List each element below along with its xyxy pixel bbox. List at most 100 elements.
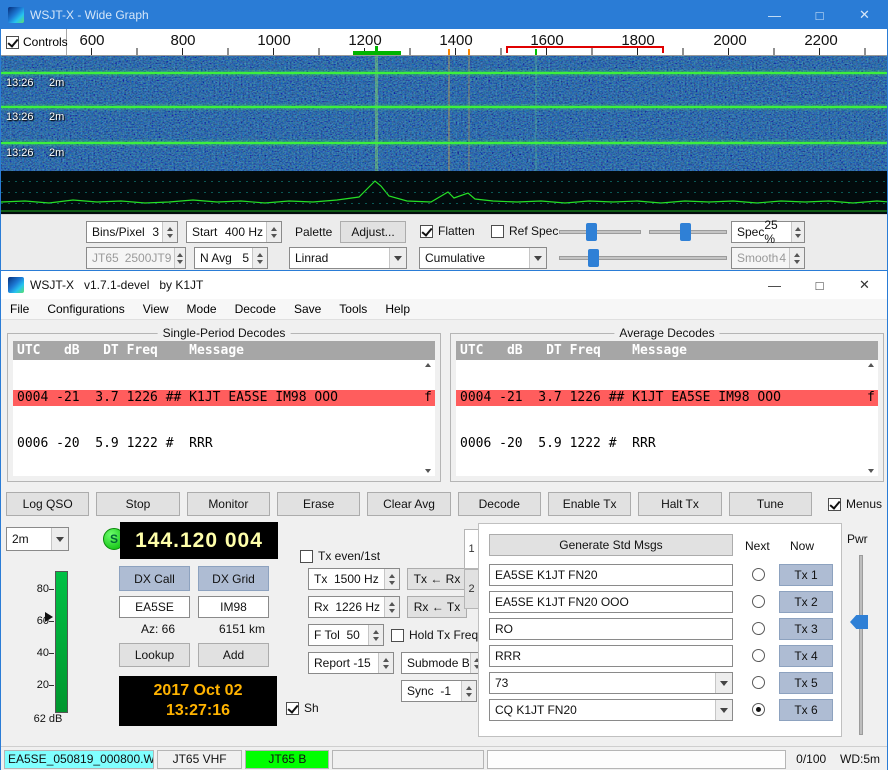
adjust-button[interactable]: Adjust... [340, 221, 406, 243]
decode-row[interactable]: 0006 -20 5.9 1222 # RRR [456, 436, 878, 452]
decode-list[interactable]: 0004 -21 3.7 1226 ## K1JT EA5SE IM98 OOO… [13, 360, 435, 476]
lookup-button[interactable]: Lookup [119, 643, 190, 667]
tx4-next-radio[interactable] [752, 649, 765, 662]
scroll-up-icon[interactable] [425, 363, 431, 367]
flatten-checkbox[interactable]: Flatten [420, 224, 475, 238]
close-icon[interactable]: ✕ [842, 271, 887, 299]
log-qso-button[interactable]: Log QSO [6, 492, 89, 516]
tx2-message-field[interactable]: EA5SE K1JT FN20 OOO [489, 591, 733, 613]
ref-spec-checkbox[interactable]: Ref Spec [491, 224, 558, 238]
chevron-down-icon[interactable] [529, 248, 546, 268]
submode-spinbox[interactable]: Submode B [401, 652, 485, 674]
erase-button[interactable]: Erase [277, 492, 360, 516]
tab-1[interactable]: 1 [464, 529, 479, 569]
rx-freq-spinbox[interactable]: Rx 1226 Hz [308, 596, 400, 618]
spin-arrows-icon[interactable] [252, 248, 267, 268]
main-titlebar[interactable]: WSJT-X v1.7.1-devel by K1JT — □ ✕ [1, 271, 887, 299]
sh-checkbox[interactable]: Sh [286, 701, 319, 715]
tx5-next-radio[interactable] [752, 676, 765, 689]
halt-tx-button[interactable]: Halt Tx [638, 492, 721, 516]
tx-even-checkbox[interactable]: Tx even/1st [300, 549, 380, 563]
spin-arrows-icon[interactable] [789, 248, 804, 268]
gain-slider[interactable] [559, 222, 641, 242]
dx-call-field[interactable]: EA5SE [119, 596, 190, 618]
menu-view[interactable]: View [134, 300, 178, 318]
menu-file[interactable]: File [1, 300, 38, 318]
spin-arrows-icon[interactable] [266, 222, 281, 242]
decode-list[interactable]: 0004 -21 3.7 1226 ## K1JT EA5SE IM98 OOO… [456, 360, 878, 476]
tab-2[interactable]: 2 [464, 569, 479, 609]
tx2-now-button[interactable]: Tx 2 [779, 591, 833, 613]
generate-std-msgs-button[interactable]: Generate Std Msgs [489, 534, 733, 556]
dx-grid-field[interactable]: IM98 [198, 596, 269, 618]
tx2-next-radio[interactable] [752, 595, 765, 608]
tx1-next-radio[interactable] [752, 568, 765, 581]
tx3-next-radio[interactable] [752, 622, 765, 635]
waterfall[interactable]: 13:26 2m 13:26 2m 13:26 2m [1, 56, 887, 171]
wide-graph-titlebar[interactable]: WSJT-X - Wide Graph — □ ✕ [1, 1, 887, 29]
spin-arrows-icon[interactable] [368, 625, 383, 645]
menus-checkbox[interactable]: Menus [828, 497, 882, 511]
menu-save[interactable]: Save [285, 300, 330, 318]
tx3-now-button[interactable]: Tx 3 [779, 618, 833, 640]
maximize-icon[interactable]: □ [797, 271, 842, 299]
menu-decode[interactable]: Decode [226, 300, 285, 318]
rx-from-tx-button[interactable]: Rx ← Tx [407, 596, 467, 618]
ftol-spinbox[interactable]: F Tol 50 [308, 624, 384, 646]
tx4-now-button[interactable]: Tx 4 [779, 645, 833, 667]
waterfall-slider[interactable] [559, 248, 727, 268]
menu-help[interactable]: Help [376, 300, 419, 318]
maximize-icon[interactable]: □ [797, 1, 842, 29]
spin-arrows-icon[interactable] [384, 569, 399, 589]
zero-slider[interactable] [649, 222, 727, 242]
pwr-slider-handle[interactable] [850, 615, 868, 629]
minimize-icon[interactable]: — [752, 271, 797, 299]
band-combobox[interactable]: 2m [6, 527, 69, 551]
tx1-now-button[interactable]: Tx 1 [779, 564, 833, 586]
spectrum-type-combobox[interactable]: Cumulative [419, 247, 547, 269]
spin-arrows-icon[interactable] [461, 681, 476, 701]
scroll-up-icon[interactable] [868, 363, 874, 367]
palette-combobox[interactable]: Linrad [289, 247, 407, 269]
stop-button[interactable]: Stop [96, 492, 179, 516]
tx3-message-field[interactable]: RO [489, 618, 733, 640]
enable-tx-button[interactable]: Enable Tx [548, 492, 631, 516]
clear-avg-button[interactable]: Clear Avg [367, 492, 450, 516]
minimize-icon[interactable]: — [752, 1, 797, 29]
controls-checkbox[interactable]: Controls [1, 29, 67, 55]
scroll-down-icon[interactable] [425, 469, 431, 473]
chevron-down-icon[interactable] [51, 528, 68, 550]
tx1-message-field[interactable]: EA5SE K1JT FN20 [489, 564, 733, 586]
menu-mode[interactable]: Mode [178, 300, 226, 318]
tx5-now-button[interactable]: Tx 5 [779, 672, 833, 694]
chevron-down-icon[interactable] [715, 673, 732, 693]
tx4-message-field[interactable]: RRR [489, 645, 733, 667]
bins-per-pixel-spinbox[interactable]: Bins/Pixel 3 [86, 221, 178, 243]
spin-arrows-icon[interactable] [791, 222, 804, 242]
decode-button[interactable]: Decode [458, 492, 541, 516]
tx5-message-combobox[interactable]: 73 [489, 672, 733, 694]
add-button[interactable]: Add [198, 643, 269, 667]
jt65-jt9-split-spinbox[interactable]: JT65 2500 JT9 [86, 247, 186, 269]
spec-percent-spinbox[interactable]: Spec 25 % [731, 221, 805, 243]
sync-spinbox[interactable]: Sync -1 [401, 680, 477, 702]
pwr-slider[interactable] [859, 555, 863, 735]
dx-call-button[interactable]: DX Call [119, 566, 190, 591]
hold-tx-freq-checkbox[interactable]: Hold Tx Freq [391, 628, 478, 642]
spin-arrows-icon[interactable] [174, 248, 185, 268]
spin-arrows-icon[interactable] [162, 222, 177, 242]
decode-row[interactable]: 0004 -21 3.7 1226 ## K1JT EA5SE IM98 OOO… [13, 390, 435, 406]
menu-tools[interactable]: Tools [330, 300, 376, 318]
tx-freq-spinbox[interactable]: Tx 1500 Hz [308, 568, 400, 590]
decode-row[interactable]: 0006 -20 5.9 1222 # RRR [13, 436, 435, 452]
start-freq-spinbox[interactable]: Start 400 Hz [186, 221, 282, 243]
report-spinbox[interactable]: Report -15 [308, 652, 394, 674]
menu-configurations[interactable]: Configurations [38, 300, 133, 318]
chevron-down-icon[interactable] [715, 700, 732, 720]
spin-arrows-icon[interactable] [378, 653, 393, 673]
monitor-button[interactable]: Monitor [187, 492, 270, 516]
n-avg-spinbox[interactable]: N Avg 5 [194, 247, 268, 269]
decode-row[interactable]: 0004 -21 3.7 1226 ## K1JT EA5SE IM98 OOO… [456, 390, 878, 406]
spin-arrows-icon[interactable] [384, 597, 399, 617]
tx6-message-combobox[interactable]: CQ K1JT FN20 [489, 699, 733, 721]
